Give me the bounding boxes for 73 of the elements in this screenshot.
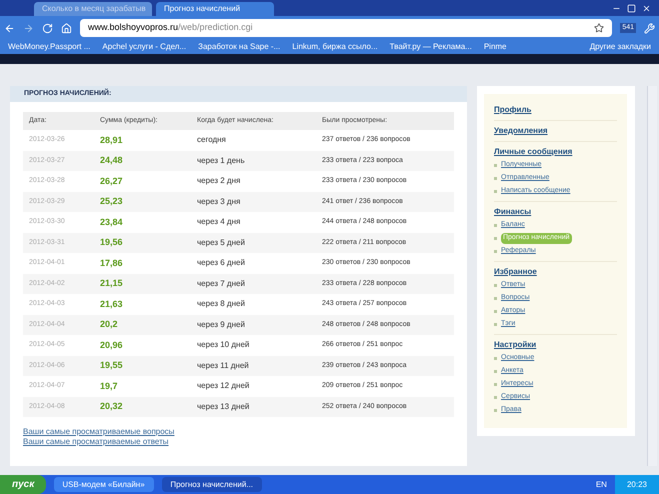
bullet-icon bbox=[494, 409, 497, 412]
when-cell-text: через 4 дня bbox=[197, 216, 242, 228]
amount-cell-text: 17,86 bbox=[100, 256, 124, 270]
sidebar-heading[interactable]: Финансы bbox=[494, 206, 617, 218]
browser-tab[interactable]: Прогноз начислений bbox=[156, 2, 274, 16]
sidebar-heading[interactable]: Избранное bbox=[494, 266, 617, 278]
amount-cell-text: 20,2 bbox=[100, 318, 119, 331]
when-cell-text: через 9 дней bbox=[197, 318, 246, 331]
home-icon[interactable] bbox=[61, 22, 72, 34]
sidebar-heading[interactable]: Настройки bbox=[494, 339, 617, 351]
sidebar-heading[interactable]: Личные сообщения bbox=[494, 146, 617, 158]
bullet-icon bbox=[494, 164, 497, 167]
forward-icon[interactable] bbox=[23, 22, 34, 34]
when-cell-text: через 13 дней bbox=[197, 400, 250, 413]
bullet-icon bbox=[494, 383, 497, 386]
bullet-icon bbox=[494, 323, 497, 326]
bookmark[interactable]: Заработок на Sape -... bbox=[198, 41, 280, 53]
address-field[interactable]: www.bolshoyvopros.ru/web/prediction.cgi bbox=[80, 19, 612, 37]
bullet-icon bbox=[494, 297, 497, 300]
amount-cell-text: 26,27 bbox=[100, 174, 124, 188]
link[interactable]: Ваши самые просматриваемые вопросы bbox=[23, 427, 454, 437]
when-cell-text: через 11 дней bbox=[197, 360, 250, 372]
when-cell-text: через 3 дня bbox=[197, 196, 242, 208]
bullet-icon bbox=[494, 250, 497, 253]
wrench-icon[interactable] bbox=[644, 22, 655, 34]
bookmark[interactable]: WebMoney.Passport ... bbox=[8, 41, 90, 53]
amount-cell-text: 19,56 bbox=[100, 236, 124, 249]
maximize-icon[interactable] bbox=[627, 4, 636, 13]
when-cell-text: через 2 дня bbox=[197, 175, 242, 188]
bookmark[interactable]: Твайт.ру — Реклама... bbox=[390, 41, 472, 53]
bookmark[interactable]: Pinme bbox=[484, 41, 507, 53]
sidebar-heading[interactable]: Профиль bbox=[494, 104, 617, 116]
bookmark[interactable]: Linkum, биржа ссыло... bbox=[292, 41, 378, 53]
close-icon[interactable] bbox=[642, 4, 651, 13]
amount-cell-text: 19,7 bbox=[100, 380, 119, 392]
amount-cell-text: 21,63 bbox=[100, 298, 124, 310]
amount-cell-text: 20,96 bbox=[100, 338, 124, 352]
bullet-icon bbox=[494, 310, 497, 313]
bullet-icon bbox=[494, 190, 497, 193]
amount-cell-text: 20,32 bbox=[100, 400, 124, 413]
reload-icon[interactable] bbox=[42, 22, 53, 34]
bullet-icon bbox=[494, 396, 497, 399]
when-cell-text: через 5 дней bbox=[197, 236, 246, 249]
star-icon[interactable] bbox=[594, 23, 604, 33]
start-button[interactable]: пуск bbox=[0, 475, 46, 494]
bullet-icon bbox=[494, 370, 497, 373]
back-icon[interactable] bbox=[4, 22, 15, 34]
when-cell-text: через 12 дней bbox=[197, 380, 250, 392]
sidebar-heading[interactable]: Уведомления bbox=[494, 125, 617, 137]
when-cell-text: через 1 день bbox=[197, 154, 246, 167]
when-cell-text: сегодня bbox=[197, 134, 227, 146]
bookmark[interactable]: Apchel услуги - Сдел... bbox=[102, 41, 186, 53]
language-indicator: EN bbox=[596, 478, 607, 490]
amount-cell-text: 19,55 bbox=[100, 359, 124, 372]
amount-cell-text: 23,84 bbox=[100, 216, 124, 228]
when-cell-text: через 7 дней bbox=[197, 278, 246, 290]
tray-clock: 20:23 bbox=[614, 475, 659, 494]
when-cell-text: через 6 дней bbox=[197, 257, 246, 270]
bullet-icon bbox=[494, 177, 497, 180]
bullet-icon bbox=[494, 237, 497, 240]
amount-cell-text: 24,48 bbox=[100, 154, 124, 167]
bullet-icon bbox=[494, 224, 497, 227]
amount-cell-text: 25,23 bbox=[100, 195, 124, 208]
bullet-icon bbox=[494, 357, 497, 360]
other-bookmarks[interactable]: Другие закладки bbox=[590, 41, 651, 53]
when-cell-text: через 10 дней bbox=[197, 339, 250, 352]
bullet-icon bbox=[494, 284, 497, 287]
amount-cell-text: 28,91 bbox=[100, 134, 124, 146]
amount-cell-text: 21,15 bbox=[100, 277, 124, 290]
taskbar-window[interactable]: Прогноз начислений... bbox=[162, 477, 262, 492]
when-cell-text: через 8 дней bbox=[197, 298, 246, 310]
taskbar-window[interactable]: USB-модем «Билайн» bbox=[54, 477, 154, 492]
link[interactable]: Ваши самые просматриваемые ответы bbox=[23, 437, 454, 447]
